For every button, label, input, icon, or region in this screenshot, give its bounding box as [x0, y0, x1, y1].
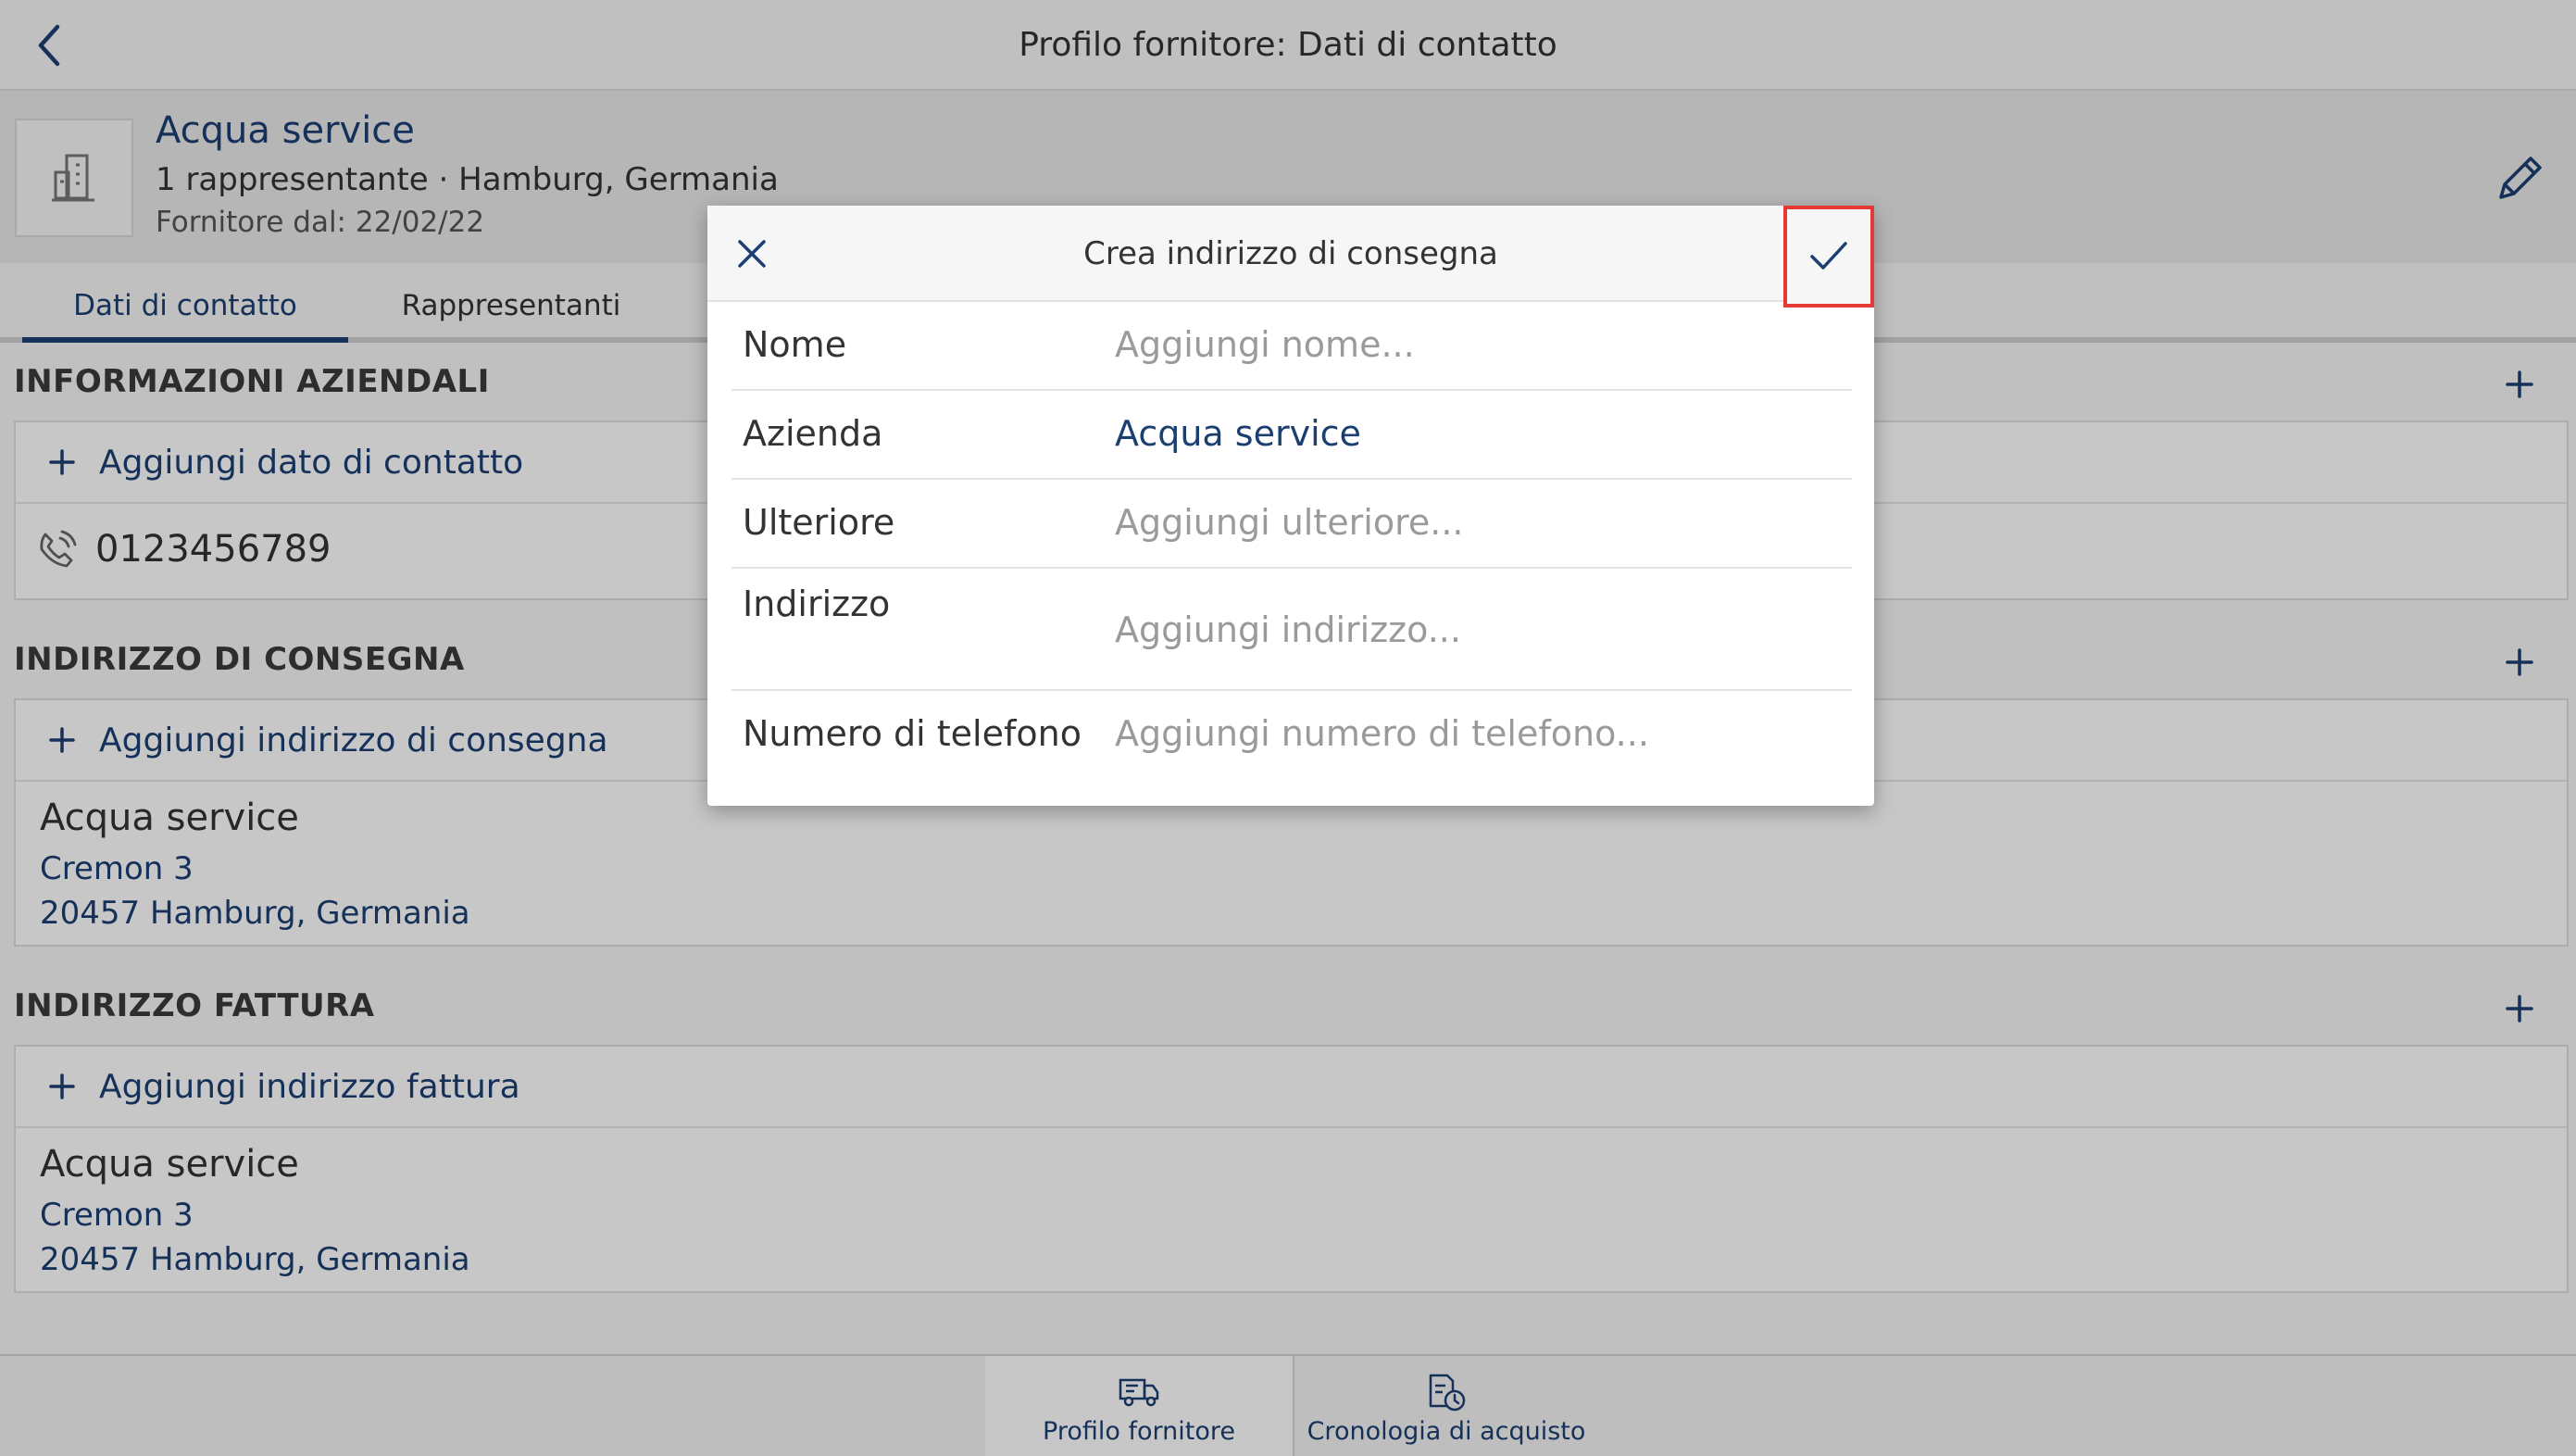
create-delivery-address-dialog: Crea indirizzo di consegna Nome Aggiungi… [707, 206, 1874, 806]
field-input-company[interactable]: Acqua service [1115, 413, 1361, 454]
field-row-additional[interactable]: Ulteriore Aggiungi ulteriore... [732, 480, 1852, 569]
dialog-header: Crea indirizzo di consegna [707, 206, 1874, 308]
field-label-company: Azienda [743, 413, 883, 454]
field-label-address: Indirizzo [743, 584, 891, 624]
field-label-name: Nome [743, 324, 847, 365]
field-row-address[interactable]: Indirizzo Aggiungi indirizzo... [732, 569, 1852, 691]
checkmark-icon [1810, 242, 1847, 270]
field-row-company[interactable]: Azienda Acqua service [732, 391, 1852, 480]
field-input-additional[interactable]: Aggiungi ulteriore... [1115, 502, 1463, 543]
field-row-phone[interactable]: Numero di telefono Aggiungi numero di te… [732, 691, 1852, 791]
field-input-name[interactable]: Aggiungi nome... [1115, 324, 1415, 365]
confirm-button[interactable] [1783, 206, 1874, 308]
field-row-name[interactable]: Nome Aggiungi nome... [732, 302, 1852, 391]
field-label-phone: Numero di telefono [743, 713, 1082, 754]
dialog-title: Crea indirizzo di consegna [1083, 235, 1498, 272]
field-label-additional: Ulteriore [743, 502, 895, 543]
field-input-address[interactable]: Aggiungi indirizzo... [1115, 609, 1461, 650]
field-input-phone[interactable]: Aggiungi numero di telefono... [1115, 713, 1649, 754]
